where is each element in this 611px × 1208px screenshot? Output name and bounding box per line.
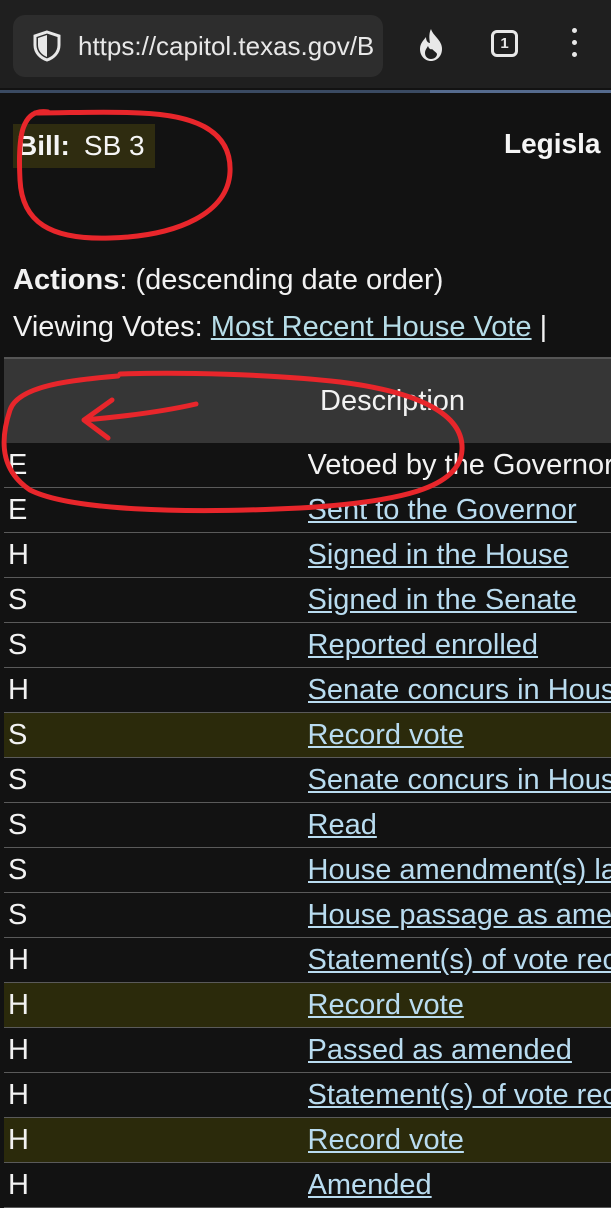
description-cell: Amended xyxy=(308,1163,611,1208)
chamber-cell: H xyxy=(4,533,308,578)
bill-identifier: Bill: SB 3 xyxy=(13,124,155,168)
description-cell: Signed in the House xyxy=(308,533,611,578)
table-row: HAmended xyxy=(4,1163,611,1208)
table-row: HSigned in the House xyxy=(4,533,611,578)
action-link[interactable]: Statement(s) of vote recorded in Journ xyxy=(308,1079,611,1111)
actions-label: Actions xyxy=(13,264,119,296)
action-link[interactable]: Record vote xyxy=(308,719,464,751)
description-cell: Statement(s) of vote recorded in Journ xyxy=(308,938,611,983)
table-row: SSigned in the Senate xyxy=(4,578,611,623)
table-row: HRecord vote xyxy=(4,983,611,1028)
description-cell: House amendment(s) laid before the S xyxy=(308,848,611,893)
table-row: SRecord vote xyxy=(4,713,611,758)
description-cell: Sent to the Governor xyxy=(308,488,611,533)
chamber-cell: H xyxy=(4,1118,308,1163)
bill-value: SB 3 xyxy=(84,130,145,162)
chamber-cell: S xyxy=(4,893,308,938)
action-link[interactable]: Passed as amended xyxy=(308,1034,572,1066)
table-row: SReported enrolled xyxy=(4,623,611,668)
table-row: HPassed as amended xyxy=(4,1028,611,1073)
chamber-cell: S xyxy=(4,848,308,893)
action-link[interactable]: Reported enrolled xyxy=(308,629,539,661)
description-cell: Passed as amended xyxy=(308,1028,611,1073)
menu-icon[interactable] xyxy=(566,28,582,62)
table-row: EVetoed by the Governor xyxy=(4,443,611,488)
description-cell: Signed in the Senate xyxy=(308,578,611,623)
shield-icon[interactable] xyxy=(30,29,64,63)
url-text[interactable]: https://capitol.texas.gov/B xyxy=(78,31,378,62)
action-link[interactable]: Signed in the House xyxy=(308,539,569,571)
description-cell: Record vote xyxy=(308,1118,611,1163)
action-link[interactable]: Statement(s) of vote recorded in Journ xyxy=(308,944,611,976)
actions-suffix: : (descending date order) xyxy=(119,264,443,296)
bill-label: Bill: xyxy=(17,130,70,162)
action-link[interactable]: House passage as amended reported xyxy=(308,899,611,931)
action-link[interactable]: Senate concurs in House amendment(s xyxy=(308,764,611,796)
description-cell: Record vote xyxy=(308,713,611,758)
action-link[interactable]: Signed in the Senate xyxy=(308,584,577,616)
table-row: ESent to the Governor xyxy=(4,488,611,533)
viewing-separator: | xyxy=(540,311,548,343)
description-cell: Read xyxy=(308,803,611,848)
description-cell: Record vote xyxy=(308,983,611,1028)
action-link[interactable]: House amendment(s) laid before the S xyxy=(308,854,611,886)
description-cell: Statement(s) of vote recorded in Journ xyxy=(308,1073,611,1118)
chamber-cell: H xyxy=(4,938,308,983)
browser-toolbar: https://capitol.texas.gov/B 1 xyxy=(0,0,611,88)
description-cell: Vetoed by the Governor xyxy=(308,443,611,488)
description-cell: House passage as amended reported xyxy=(308,893,611,938)
action-link[interactable]: Amended xyxy=(308,1169,432,1201)
description-cell: Senate concurs in House amendment(s xyxy=(308,758,611,803)
tab-count-button[interactable]: 1 xyxy=(491,30,518,57)
actions-heading: Actions: (descending date order) xyxy=(13,264,443,297)
chamber-cell: E xyxy=(4,488,308,533)
chamber-cell: S xyxy=(4,623,308,668)
action-link[interactable]: Sent to the Governor xyxy=(308,494,577,526)
description-cell: Senate concurs in House amendment(s xyxy=(308,668,611,713)
chamber-cell: H xyxy=(4,1028,308,1073)
action-link[interactable]: Senate concurs in House amendment(s xyxy=(308,674,611,706)
action-link[interactable]: Read xyxy=(308,809,377,841)
action-link[interactable]: Record vote xyxy=(308,989,464,1021)
description-header: Description xyxy=(4,358,611,443)
viewing-votes: Viewing Votes: Most Recent House Vote | xyxy=(13,311,547,344)
chamber-cell: S xyxy=(4,803,308,848)
table-row: HSenate concurs in House amendment(s xyxy=(4,668,611,713)
chamber-cell: H xyxy=(4,668,308,713)
action-link[interactable]: Record vote xyxy=(308,1124,464,1156)
table-row: SHouse amendment(s) laid before the S xyxy=(4,848,611,893)
chamber-cell: H xyxy=(4,983,308,1028)
description-cell: Reported enrolled xyxy=(308,623,611,668)
most-recent-house-vote-link[interactable]: Most Recent House Vote xyxy=(211,311,532,343)
table-row: SSenate concurs in House amendment(s xyxy=(4,758,611,803)
table-row: HRecord vote xyxy=(4,1118,611,1163)
action-text: Vetoed by the Governor xyxy=(308,449,611,481)
table-row: SRead xyxy=(4,803,611,848)
chamber-cell: E xyxy=(4,443,308,488)
legislature-label: Legisla xyxy=(504,128,600,160)
viewing-label: Viewing Votes: xyxy=(13,311,203,343)
table-row: SHouse passage as amended reported xyxy=(4,893,611,938)
table-row: HStatement(s) of vote recorded in Journ xyxy=(4,1073,611,1118)
chamber-cell: H xyxy=(4,1073,308,1118)
chamber-cell: S xyxy=(4,578,308,623)
chamber-cell: H xyxy=(4,1163,308,1208)
page-top-divider xyxy=(0,88,611,98)
address-bar[interactable]: https://capitol.texas.gov/B xyxy=(13,15,383,77)
table-row: HStatement(s) of vote recorded in Journ xyxy=(4,938,611,983)
chamber-cell: S xyxy=(4,758,308,803)
fire-icon[interactable] xyxy=(416,28,446,62)
chamber-cell: S xyxy=(4,713,308,758)
actions-table: Description EVetoed by the GovernorESent… xyxy=(4,357,611,1208)
